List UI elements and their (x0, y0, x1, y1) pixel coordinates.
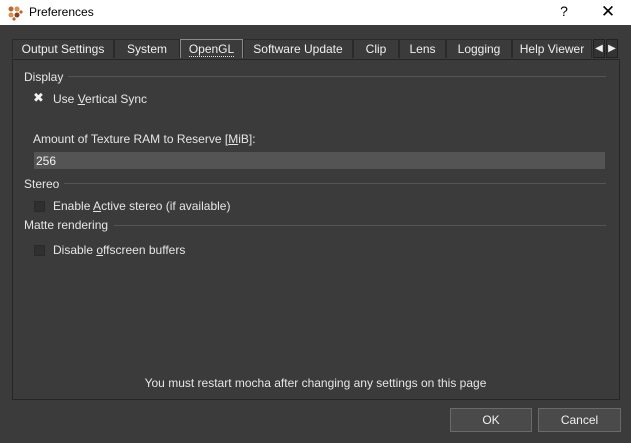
tab-label: Lens (409, 42, 436, 56)
active-stereo-checkbox-row[interactable]: Enable Active stereo (if available) (34, 199, 230, 213)
tab-lens[interactable]: Lens (399, 39, 446, 58)
tab-output-settings[interactable]: Output Settings (12, 39, 114, 58)
vsync-checkbox-row[interactable]: ✖ Use Vertical Sync (33, 90, 148, 107)
offscreen-checkbox[interactable] (34, 244, 45, 256)
app-icon (7, 5, 23, 21)
cancel-button[interactable]: Cancel (538, 408, 621, 432)
check-icon: ✖ (33, 89, 44, 105)
tab-label: Logging (457, 42, 501, 56)
tab-scroll-right-button[interactable]: ▶ (606, 39, 618, 58)
stereo-section-title: Stereo (24, 177, 60, 191)
tab-label: Output Settings (21, 42, 105, 56)
tab-opengl[interactable]: OpenGL (180, 39, 243, 58)
offscreen-label: Disable offscreen buffers (53, 243, 186, 257)
tab-logging[interactable]: Logging (446, 39, 512, 58)
restart-note: You must restart mocha after changing an… (144, 376, 487, 390)
matte-section-title: Matte rendering (24, 218, 109, 232)
stereo-divider (64, 183, 606, 184)
display-divider (68, 76, 606, 77)
tab-system[interactable]: System (114, 39, 180, 58)
ok-button[interactable]: OK (450, 408, 532, 432)
window-title: Preferences (29, 5, 94, 19)
matte-divider (114, 225, 606, 226)
active-stereo-label: Enable Active stereo (if available) (53, 199, 231, 213)
tab-scroll-left-button[interactable]: ◀ (593, 39, 605, 58)
tab-label: Clip (365, 42, 387, 56)
tab-label: Software Update (253, 42, 343, 56)
close-button[interactable]: ✕ (596, 2, 620, 22)
display-section-title: Display (24, 70, 64, 84)
texture-ram-input[interactable] (33, 151, 606, 170)
tab-label: OpenGL (188, 42, 235, 57)
texture-ram-label: Amount of Texture RAM to Reserve [MiB]: (33, 132, 256, 146)
tab-clip[interactable]: Clip (353, 39, 399, 58)
help-button[interactable]: ? (556, 3, 572, 21)
tab-help-viewer[interactable]: Help Viewer (512, 39, 592, 58)
tab-bar: Output Settings System OpenGL Software U… (12, 39, 592, 59)
vsync-checkbox[interactable]: ✖ (33, 90, 45, 105)
tab-label: System (126, 42, 167, 56)
title-bar: Preferences ? ✕ (0, 0, 631, 25)
active-stereo-checkbox[interactable] (34, 200, 45, 212)
vsync-label: Use Vertical Sync (53, 92, 148, 106)
offscreen-checkbox-row[interactable]: Disable offscreen buffers (34, 243, 185, 257)
tab-software-update[interactable]: Software Update (243, 39, 353, 58)
tab-label: Help Viewer (519, 42, 585, 56)
